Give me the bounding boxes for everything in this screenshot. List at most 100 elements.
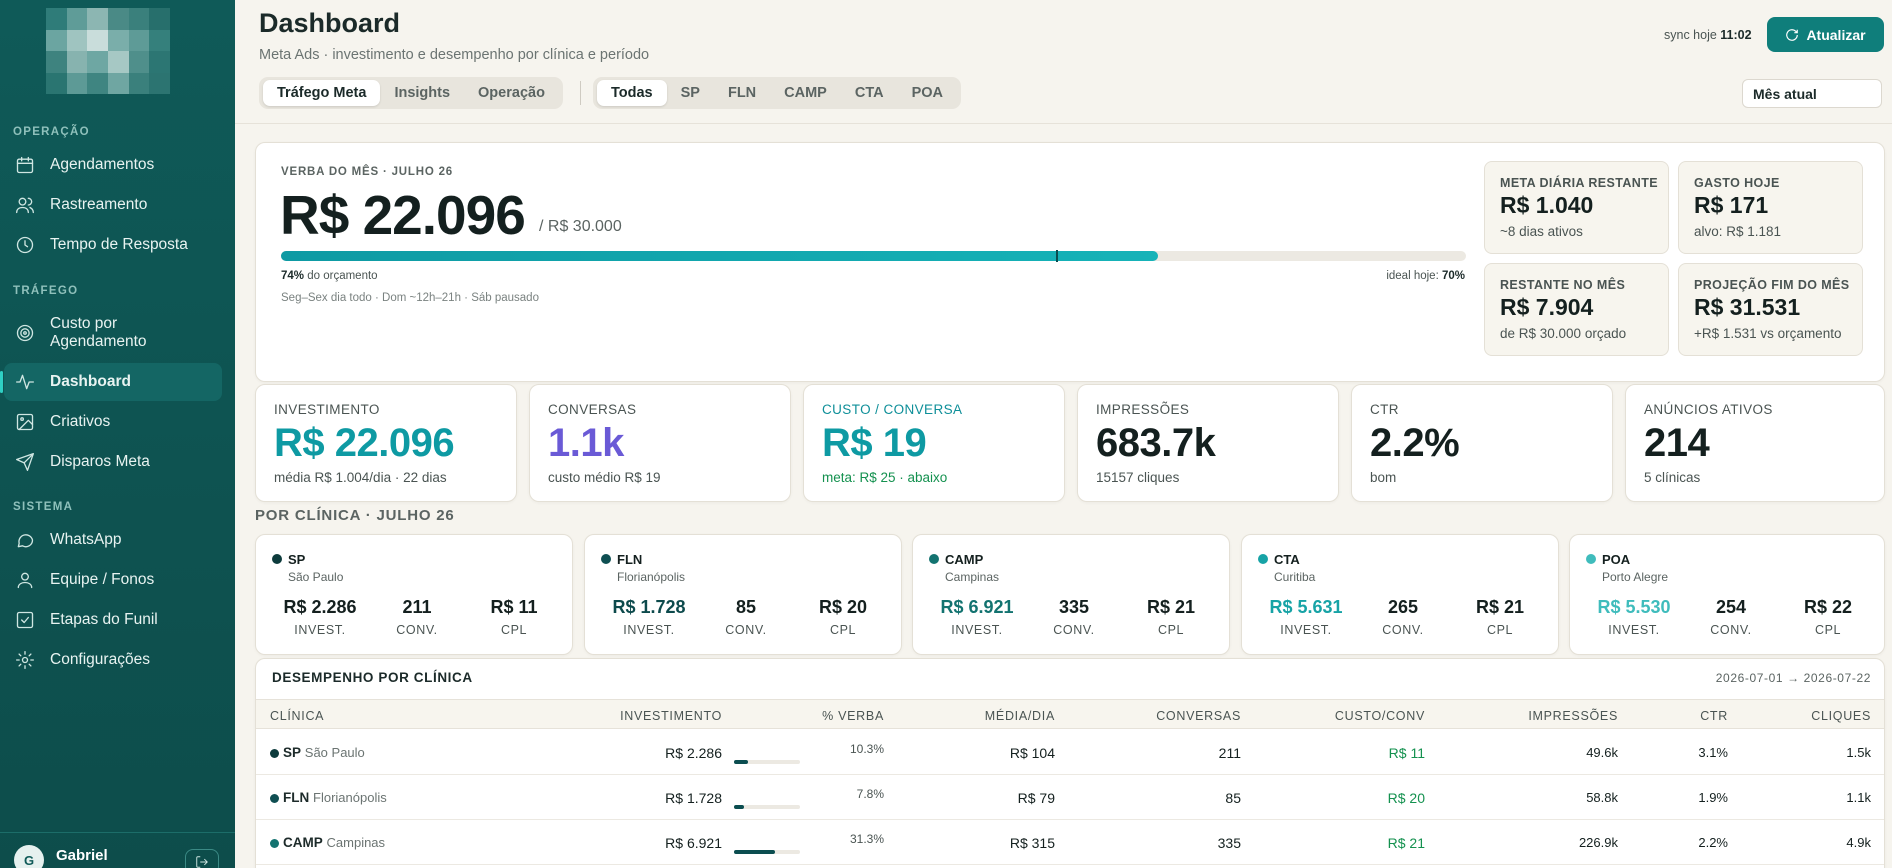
clinic-stat-value: R$ 11 bbox=[490, 597, 538, 617]
sidebar-item-custo-por-agendamento[interactable]: Custo por Agendamento bbox=[4, 308, 222, 358]
sidebar-item-rastreamento[interactable]: Rastreamento bbox=[4, 186, 222, 224]
sidebar-item-agendamentos[interactable]: Agendamentos bbox=[4, 146, 222, 184]
clinic-filter-tabs: Todas SP FLN CAMP CTA POA bbox=[593, 77, 962, 109]
table-row[interactable]: CAMP Campinas R$ 6.921 31.3% R$ 315 335 R$ 21… bbox=[256, 820, 1884, 865]
clinic-card-cta[interactable]: CTA Curitiba R$ 5.631 INVEST. 265 CONV. R$ 21 C… bbox=[1241, 534, 1559, 655]
row-clinic-code: FLN bbox=[283, 790, 310, 805]
sidebar-item-dashboard[interactable]: Dashboard bbox=[0, 363, 222, 401]
budget-percent: 74% do orçamento bbox=[281, 270, 378, 282]
kpi-card-4: CTR 2.2% bom bbox=[1351, 384, 1613, 502]
row-pct-bar bbox=[734, 805, 800, 809]
clinic-stat-label: CPL bbox=[1157, 623, 1185, 637]
mini-label: PROJEÇÃO FIM DO MÊS bbox=[1694, 278, 1850, 292]
kpi-label: INVESTIMENTO bbox=[274, 402, 380, 417]
logo-cell bbox=[107, 72, 129, 94]
clinic-card-fln[interactable]: FLN Florianópolis R$ 1.728 INVEST. 85 CONV. R$… bbox=[584, 534, 902, 655]
table-header-7[interactable]: CTR bbox=[1700, 709, 1728, 723]
budget-progress-bar bbox=[281, 250, 1466, 262]
sidebar-item-etapas-do-funil[interactable]: Etapas do Funil bbox=[4, 601, 222, 639]
mini-label: META DIÁRIA RESTANTE bbox=[1500, 176, 1658, 190]
clinic-stat-value: 211 bbox=[402, 597, 432, 617]
logo-cell bbox=[87, 51, 108, 73]
budget-total: / R$ 30.000 bbox=[539, 218, 622, 235]
table-header-3[interactable]: MÉDIA/DIA bbox=[985, 709, 1055, 723]
clinic-stat-cpl: R$ 21 CPL bbox=[1450, 597, 1550, 637]
table-header-5[interactable]: CUSTO/CONV bbox=[1335, 709, 1425, 723]
logo-cell bbox=[128, 29, 150, 51]
row-impressions: 58.8k bbox=[1586, 790, 1618, 805]
table-row[interactable]: SP São Paulo R$ 2.286 10.3% R$ 104 211 R$ 11 4… bbox=[256, 730, 1884, 775]
kpi-label: IMPRESSÕES bbox=[1096, 402, 1190, 417]
filter-tab-camp[interactable]: CAMP bbox=[770, 80, 841, 106]
clinic-dot bbox=[270, 794, 279, 803]
clinic-stat-cpl: R$ 20 CPL bbox=[793, 597, 893, 637]
row-ctr: 3.1% bbox=[1698, 745, 1728, 760]
clinic-stat-value: R$ 1.728 bbox=[612, 597, 686, 617]
mini-card-gasto-hoje: GASTO HOJE R$ 171 alvo: R$ 1.181 bbox=[1678, 161, 1863, 254]
clinic-card-poa[interactable]: POA Porto Alegre R$ 5.530 INVEST. 254 CONV. R$… bbox=[1569, 534, 1885, 655]
logo-cell bbox=[46, 51, 67, 73]
clinic-stat-value: R$ 22 bbox=[1803, 597, 1853, 617]
filter-tab-cta[interactable]: CTA bbox=[841, 80, 898, 106]
budget-ideal-value: 70% bbox=[1441, 270, 1465, 282]
row-clinic: FLN Florianópolis bbox=[283, 790, 387, 805]
tab-insights[interactable]: Insights bbox=[380, 80, 464, 106]
clinic-dot bbox=[929, 554, 939, 564]
clinic-code: CTA bbox=[1274, 552, 1300, 567]
filter-tab-sp[interactable]: SP bbox=[667, 80, 714, 106]
table-header-1[interactable]: INVESTIMENTO bbox=[620, 709, 722, 723]
send-icon bbox=[14, 451, 36, 473]
kpi-value: R$ 22.096 bbox=[274, 421, 455, 465]
sidebar-item-label: Disparos Meta bbox=[50, 453, 150, 470]
filter-tab-fln[interactable]: FLN bbox=[714, 80, 770, 106]
sidebar-item-disparos-meta[interactable]: Disparos Meta bbox=[4, 443, 222, 481]
table-header-4[interactable]: CONVERSAS bbox=[1156, 709, 1241, 723]
clinic-card-camp[interactable]: CAMP Campinas R$ 6.921 INVEST. 335 CONV. R$ 21… bbox=[912, 534, 1230, 655]
tab-operao[interactable]: Operação bbox=[464, 80, 559, 106]
filter-tab-todas[interactable]: Todas bbox=[597, 80, 667, 106]
logout-button[interactable] bbox=[185, 849, 219, 868]
mini-card-projecao: PROJEÇÃO FIM DO MÊS R$ 31.531 +R$ 1.531 … bbox=[1678, 263, 1863, 356]
table-header-6[interactable]: IMPRESSÕES bbox=[1528, 709, 1618, 723]
table-row[interactable]: FLN Florianópolis R$ 1.728 7.8% R$ 79 85 R$ 2… bbox=[256, 775, 1884, 820]
clinic-stat-value: R$ 2.286 bbox=[283, 597, 357, 617]
section-label-operacao: OPERAÇÃO bbox=[13, 126, 90, 138]
sidebar-item-tempo-de-resposta[interactable]: Tempo de Resposta bbox=[4, 226, 222, 264]
table-header: CLÍNICA INVESTIMENTO % VERBA MÉDIA/DIA CONVE… bbox=[256, 699, 1884, 729]
row-pct-bar bbox=[734, 850, 800, 854]
budget-label: VERBA DO MÊS · JULHO 26 bbox=[281, 166, 453, 178]
kpi-label: CUSTO / CONVERSA bbox=[822, 402, 963, 417]
refresh-button[interactable]: Atualizar bbox=[1767, 17, 1884, 52]
sidebar-item-whatsapp[interactable]: WhatsApp bbox=[4, 521, 222, 559]
mini-sub: +R$ 1.531 vs orçamento bbox=[1694, 326, 1842, 341]
budget-progress-fill bbox=[281, 251, 1158, 261]
table-header-0[interactable]: CLÍNICA bbox=[270, 709, 324, 723]
row-clinic: SP São Paulo bbox=[283, 745, 365, 760]
clinic-stat-label: CONV. bbox=[1710, 623, 1752, 637]
logo-cell bbox=[128, 51, 150, 73]
table-header-8[interactable]: CLIQUES bbox=[1811, 709, 1871, 723]
row-daily: R$ 315 bbox=[1009, 835, 1055, 851]
mini-card-meta-diaria: META DIÁRIA RESTANTE R$ 1.040 ~8 dias at… bbox=[1484, 161, 1669, 254]
clinic-card-sp[interactable]: SP São Paulo R$ 2.286 INVEST. 211 CONV. R$ 11 C… bbox=[255, 534, 573, 655]
sidebar-item-configuracoes[interactable]: Configurações bbox=[4, 641, 222, 679]
kpi-label: CONVERSAS bbox=[548, 402, 637, 417]
row-clicks: 1.1k bbox=[1846, 790, 1871, 805]
filter-tab-poa[interactable]: POA bbox=[898, 80, 957, 106]
period-select[interactable]: Mês atual bbox=[1742, 79, 1882, 108]
clinic-dot bbox=[270, 749, 279, 758]
sidebar-item-criativos[interactable]: Criativos bbox=[4, 403, 222, 441]
avatar[interactable]: G bbox=[14, 845, 44, 868]
sidebar-item-label: Dashboard bbox=[50, 373, 131, 390]
clinic-stat-label: INVEST. bbox=[623, 623, 675, 637]
clinic-stat-cpl: R$ 21 CPL bbox=[1121, 597, 1221, 637]
logo-cell bbox=[149, 72, 170, 94]
sidebar-item-equipe-fonos[interactable]: Equipe / Fonos bbox=[4, 561, 222, 599]
activity-icon bbox=[14, 371, 36, 393]
kpi-card-3: IMPRESSÕES 683.7k 15157 cliques bbox=[1077, 384, 1339, 502]
table-header-2[interactable]: % VERBA bbox=[822, 709, 884, 723]
row-clinic-name: São Paulo bbox=[304, 745, 365, 760]
image-icon bbox=[14, 411, 36, 433]
tab-trfegometa[interactable]: Tráfego Meta bbox=[263, 80, 381, 106]
row-clinic-name: Campinas bbox=[326, 835, 386, 850]
